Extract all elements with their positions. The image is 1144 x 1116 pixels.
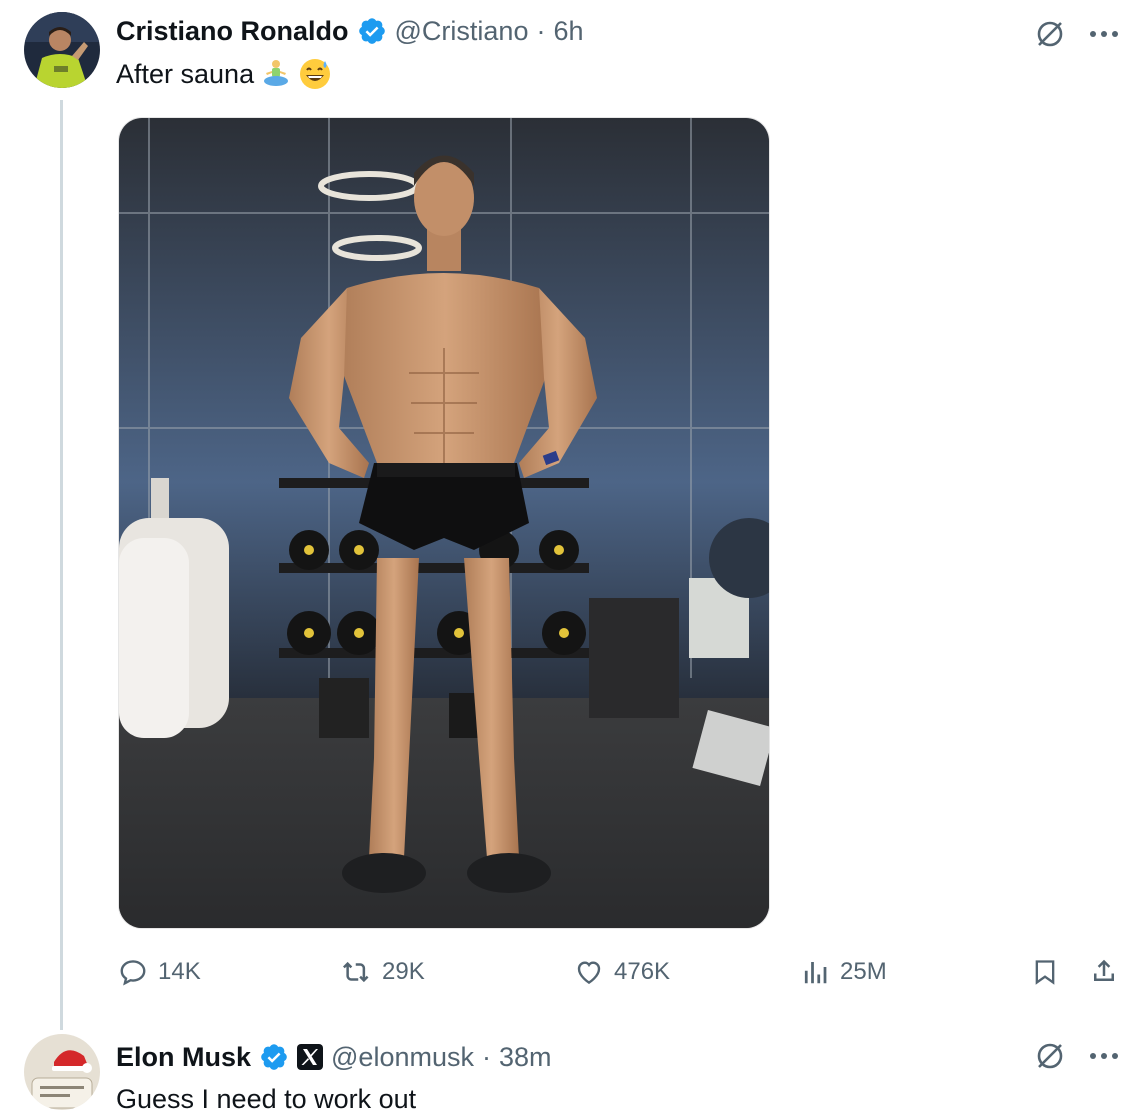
reply-button[interactable]: 14K	[118, 954, 201, 990]
reply-count: 14K	[158, 958, 201, 985]
more-icon[interactable]	[1084, 1038, 1124, 1074]
tweet-photo[interactable]	[118, 117, 770, 929]
share-icon	[1094, 959, 1114, 981]
views-button[interactable]: 25M	[800, 954, 887, 990]
like-count: 476K	[614, 958, 671, 985]
reply-time[interactable]: 38m	[499, 1042, 552, 1073]
ronaldo-avatar[interactable]	[24, 12, 100, 88]
reply-author-name[interactable]: Elon Musk	[116, 1042, 251, 1073]
reply-icon	[120, 960, 146, 986]
reply-text-row: Guess I need to work out	[116, 1082, 416, 1116]
reply-text: Guess I need to work out	[116, 1083, 417, 1114]
thread-line	[60, 100, 63, 1030]
repost-icon	[343, 961, 369, 983]
author-handle[interactable]: @Cristiano	[395, 16, 529, 47]
repost-button[interactable]: 29K	[342, 954, 425, 990]
views-chart-icon	[804, 962, 827, 984]
tweet-header: Cristiano Ronaldo @Cristiano · 6h	[116, 12, 584, 50]
verified-badge-icon	[358, 18, 385, 44]
person-in-lotus-position-emoji	[264, 60, 289, 86]
reply-author-handle[interactable]: @elonmusk	[331, 1042, 474, 1073]
more-icon[interactable]	[1084, 16, 1124, 52]
dot-separator: ·	[536, 15, 546, 46]
heart-icon	[577, 961, 601, 985]
grok-icon[interactable]	[1030, 16, 1070, 52]
grok-icon[interactable]	[1030, 1038, 1070, 1074]
tweet-text-row: After sauna	[116, 56, 332, 92]
tweet-text: After sauna	[116, 58, 255, 89]
reply-header: Elon Musk @elonmusk · 38m	[116, 1038, 552, 1076]
repost-count: 29K	[382, 958, 425, 985]
x-affiliate-badge-icon	[297, 1044, 324, 1070]
like-button[interactable]: 476K	[574, 954, 670, 990]
verified-badge-icon	[261, 1044, 287, 1070]
grinning-sweat-emoji	[300, 59, 331, 89]
bookmark-button[interactable]	[1028, 954, 1062, 990]
tweet-time[interactable]: 6h	[553, 16, 583, 47]
dot-separator: ·	[481, 1041, 491, 1072]
elon-avatar[interactable]	[24, 1034, 100, 1110]
share-button[interactable]	[1086, 952, 1122, 990]
views-count: 25M	[840, 958, 887, 985]
author-name[interactable]: Cristiano Ronaldo	[116, 16, 349, 47]
bookmark-icon	[1035, 960, 1055, 985]
